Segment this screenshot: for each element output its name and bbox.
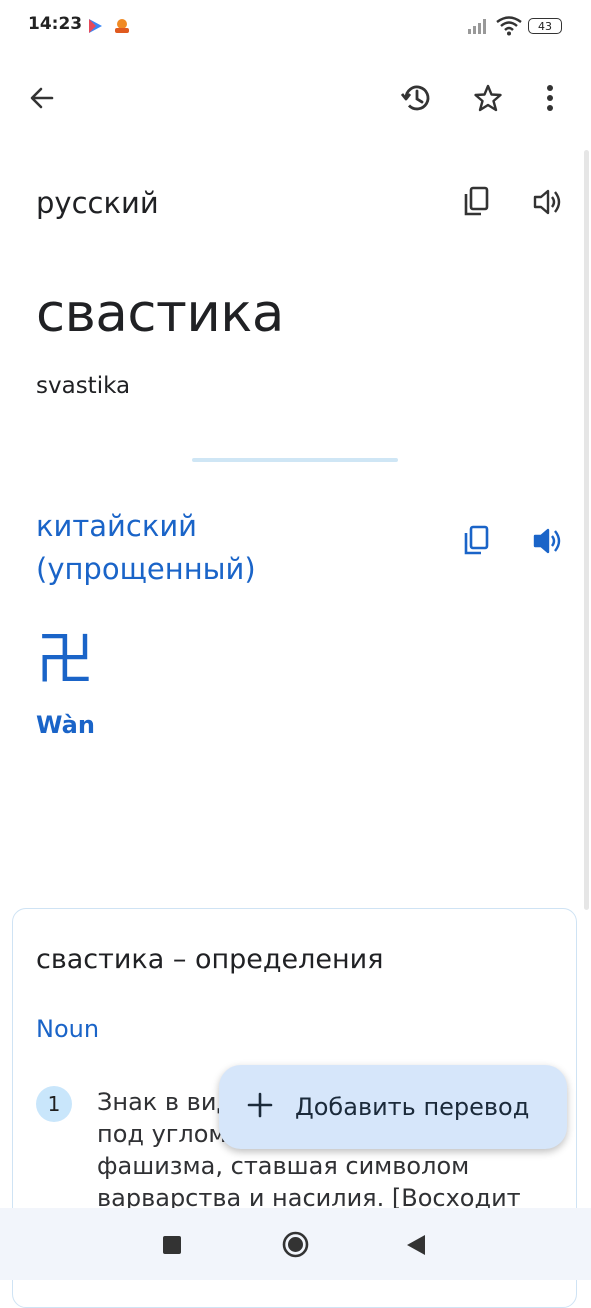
arrow-back-icon	[28, 84, 56, 116]
back-nav-button[interactable]	[406, 1234, 426, 1260]
copy-icon	[462, 186, 490, 222]
source-text: свастика	[36, 283, 284, 344]
copy-source-button[interactable]	[452, 180, 500, 228]
triangle-back-icon	[406, 1235, 426, 1260]
translation-transliteration: Wàn	[36, 711, 95, 739]
back-button[interactable]	[18, 76, 66, 124]
copy-icon	[462, 525, 490, 561]
battery-indicator: 43	[528, 18, 562, 34]
scrollbar[interactable]	[584, 150, 589, 910]
speaker-icon	[532, 187, 564, 221]
history-icon	[399, 81, 433, 119]
wifi-icon	[496, 16, 522, 40]
star-outline-icon	[473, 83, 503, 117]
recents-button[interactable]	[163, 1236, 181, 1258]
section-divider	[192, 458, 398, 462]
add-translation-label: Добавить перевод	[295, 1093, 530, 1121]
translation-text: 卍	[36, 625, 95, 693]
play-store-notification-icon	[86, 17, 104, 35]
plus-icon	[247, 1092, 273, 1122]
circle-icon	[282, 1231, 309, 1262]
definition-number: 1	[36, 1086, 72, 1122]
source-language-label: русский	[36, 186, 159, 220]
more-vert-icon	[546, 84, 554, 116]
speak-translation-button[interactable]	[524, 519, 572, 567]
signal-icon	[468, 18, 490, 38]
app-notification-icon	[112, 17, 130, 35]
home-button[interactable]	[282, 1231, 309, 1262]
history-button[interactable]	[392, 76, 440, 124]
copy-translation-button[interactable]	[452, 519, 500, 567]
add-translation-button[interactable]: Добавить перевод	[219, 1065, 567, 1149]
speak-source-button[interactable]	[524, 180, 572, 228]
source-transliteration: svastika	[36, 373, 131, 399]
status-time: 14:23	[28, 14, 83, 34]
part-of-speech: Noun	[36, 1015, 100, 1043]
target-language-label: китайский (упрощенный)	[36, 509, 256, 586]
speaker-icon	[532, 526, 564, 560]
definitions-title: свастика – определения	[36, 944, 384, 975]
square-icon	[163, 1236, 181, 1258]
more-options-button[interactable]	[526, 76, 574, 124]
save-star-button[interactable]	[464, 76, 512, 124]
